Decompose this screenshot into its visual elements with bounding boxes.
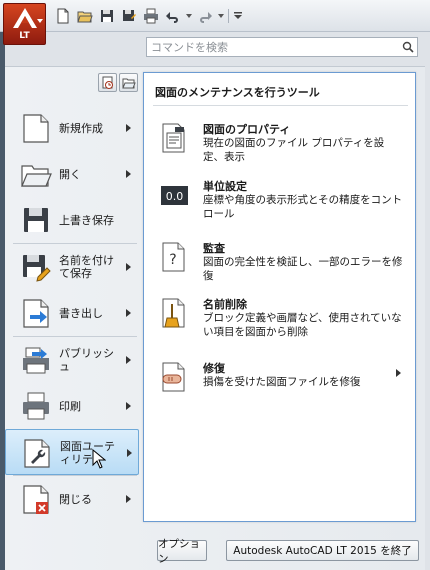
chevron-right-icon xyxy=(396,369,401,377)
menu-item-label: パブリッシュ xyxy=(59,347,114,373)
close-document-icon xyxy=(23,485,49,514)
flyout-item-units[interactable]: 0.0 単位設定 座標や角度の表示形式とその精度をコントロール xyxy=(158,178,408,220)
save-icon xyxy=(24,208,48,232)
flyout-item-description: 現在の図面のファイル プロパティを設定、表示 xyxy=(203,137,385,163)
redo-icon[interactable] xyxy=(194,6,216,26)
menu-item-print[interactable]: 印刷 xyxy=(5,383,139,429)
undo-dropdown-icon[interactable] xyxy=(184,6,194,26)
print-icon[interactable] xyxy=(140,6,162,26)
audit-icon: ? xyxy=(162,242,185,272)
save-as-icon xyxy=(23,255,51,282)
new-document-icon xyxy=(23,114,49,143)
quick-access-toolbar xyxy=(52,6,245,26)
chevron-right-icon xyxy=(126,402,131,410)
chevron-right-icon xyxy=(126,170,131,178)
mouse-cursor-icon xyxy=(92,449,106,469)
flyout-item-description: 図面の完全性を検証し、一部のエラーを修復 xyxy=(203,256,403,282)
drawing-properties-icon xyxy=(162,123,185,153)
menu-item-label: 書き出し xyxy=(59,306,103,320)
menu-item-open[interactable]: 開く xyxy=(5,151,139,197)
chevron-right-icon xyxy=(127,449,132,457)
lt-badge: LT xyxy=(19,31,30,41)
undo-icon[interactable] xyxy=(162,6,184,26)
flyout-item-title: 修復 xyxy=(203,362,225,375)
autocad-logo-icon xyxy=(13,8,37,28)
recent-documents-icon xyxy=(102,76,113,89)
svg-text:?: ? xyxy=(169,252,176,268)
menu-item-new[interactable]: 新規作成 xyxy=(5,105,139,151)
menu-item-export[interactable]: 書き出し xyxy=(5,290,139,336)
chevron-right-icon xyxy=(126,495,131,503)
flyout-item-drawing-properties[interactable]: 図面のプロパティ 現在の図面のファイル プロパティを設定、表示 xyxy=(158,121,408,163)
flyout-item-recover[interactable]: 修復 損傷を受けた図面ファイルを修復 xyxy=(158,360,408,400)
flyout-item-title: 名前削除 xyxy=(203,298,247,311)
drawing-utilities-icon xyxy=(24,439,50,468)
menu-item-publish[interactable]: パブリッシュ xyxy=(5,337,139,383)
chevron-right-icon xyxy=(126,263,131,271)
publish-icon xyxy=(23,347,49,374)
open-folder-icon xyxy=(21,165,52,187)
open-icon[interactable] xyxy=(74,6,96,26)
search-icon[interactable] xyxy=(402,41,414,53)
export-icon xyxy=(23,299,49,328)
options-button[interactable]: オプション xyxy=(157,538,207,565)
menu-item-label: 名前を付けて保存 xyxy=(59,254,114,280)
open-documents-icon xyxy=(121,78,136,88)
menu-item-save-as[interactable]: 名前を付けて保存 xyxy=(5,244,139,290)
flyout-divider xyxy=(153,105,408,106)
open-documents-button[interactable] xyxy=(119,73,138,92)
recover-icon xyxy=(162,362,185,392)
flyout-item-title: 監査 xyxy=(203,242,225,255)
new-icon[interactable] xyxy=(52,6,74,26)
chevron-right-icon xyxy=(126,309,131,317)
purge-icon xyxy=(162,298,185,328)
flyout-title: 図面のメンテナンスを行うツール xyxy=(155,86,320,99)
flyout-item-description: ブロック定義や画層など、使用されていない項目を図面から削除 xyxy=(203,312,402,338)
recent-documents-button[interactable] xyxy=(98,73,117,92)
units-icon: 0.0 xyxy=(161,186,188,205)
recent-documents-buttons xyxy=(98,73,138,92)
drawing-utilities-flyout: 図面のメンテナンスを行うツール 図面のプロパティ 現在の図面のファイル プロパテ… xyxy=(143,72,416,522)
menu-item-save[interactable]: 上書き保存 xyxy=(5,197,139,243)
title-toolbar xyxy=(0,0,430,32)
flyout-item-audit[interactable]: ? 監査 図面の完全性を検証し、一部のエラーを修復 xyxy=(158,240,408,282)
menu-item-label: 新規作成 xyxy=(59,121,103,135)
flyout-item-purge[interactable]: 名前削除 ブロック定義や画層など、使用されていない項目を図面から削除 xyxy=(158,296,408,344)
menu-item-label: 閉じる xyxy=(59,492,92,506)
chevron-down-icon xyxy=(37,19,43,23)
command-search xyxy=(146,37,418,57)
save-as-icon[interactable] xyxy=(118,6,140,26)
menu-item-label: 上書き保存 xyxy=(59,213,114,227)
chevron-right-icon xyxy=(126,356,131,364)
search-input[interactable] xyxy=(147,38,392,56)
flyout-item-title: 図面のプロパティ xyxy=(203,123,291,136)
customize-toolbar-icon[interactable] xyxy=(231,6,245,26)
menu-item-drawing-utilities[interactable]: 図面ユーティリティ xyxy=(5,429,139,475)
chevron-right-icon xyxy=(126,124,131,132)
application-menu-button[interactable]: LT xyxy=(3,3,46,45)
menu-item-label: 印刷 xyxy=(59,399,81,413)
flyout-item-title: 単位設定 xyxy=(203,180,247,193)
save-icon[interactable] xyxy=(96,6,118,26)
redo-dropdown-icon[interactable] xyxy=(216,6,226,26)
flyout-item-description: 損傷を受けた図面ファイルを修復 xyxy=(203,376,361,388)
toolbar-separator xyxy=(228,9,229,23)
print-icon xyxy=(23,392,49,420)
svg-text:0.0: 0.0 xyxy=(166,190,184,203)
exit-button[interactable]: Autodesk AutoCAD LT 2015 を終了 xyxy=(226,540,419,561)
flyout-item-description: 座標や角度の表示形式とその精度をコントロール xyxy=(203,194,403,220)
menu-items: 新規作成 開く 上書き保存 名前を付けて保存 書き出し パブリッシュ 印刷 図面… xyxy=(5,105,143,522)
menu-item-close[interactable]: 閉じる xyxy=(5,476,139,522)
menu-item-label: 開く xyxy=(59,167,81,181)
